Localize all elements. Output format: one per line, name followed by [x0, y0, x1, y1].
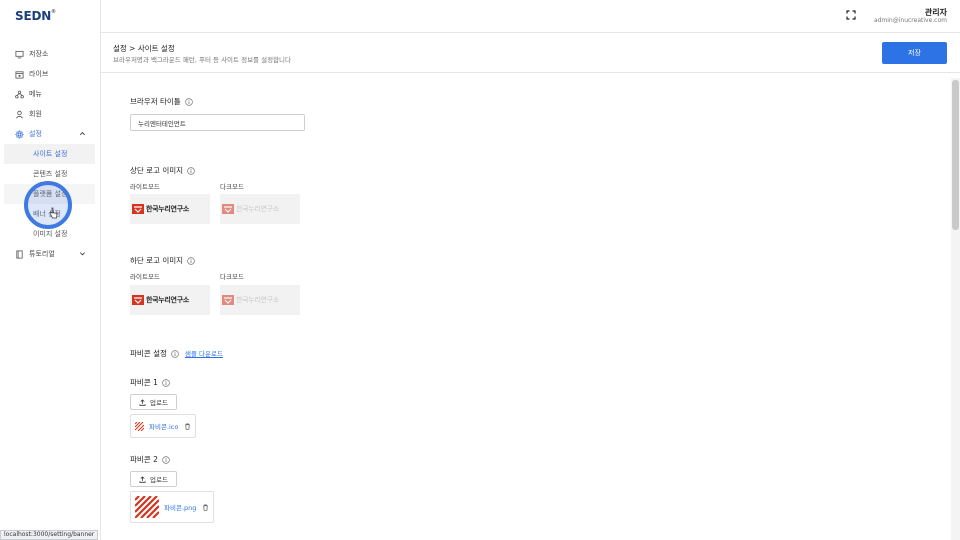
file-name: 파비콘.ico — [149, 423, 179, 431]
status-bar-url: localhost:3000/setting/banner — [0, 530, 99, 540]
browser-title-input[interactable] — [130, 114, 305, 131]
favicon-1-upload-button[interactable]: 업로드 — [130, 394, 177, 410]
breadcrumb: 설정 > 사이트 설정 — [113, 44, 175, 53]
nuri-logo-mark-icon — [132, 295, 144, 305]
sitemap-icon — [15, 90, 24, 99]
upload-label: 업로드 — [150, 476, 168, 484]
favicon-2-upload-button[interactable]: 업로드 — [130, 471, 177, 487]
sidebar-item-members[interactable]: 회원 — [0, 104, 100, 124]
sidebar-item-label: 튜토리얼 — [29, 250, 55, 258]
info-icon[interactable] — [187, 256, 195, 265]
bottom-logo-dark-image[interactable]: 한국누리연구소 — [220, 285, 300, 315]
user-icon — [15, 110, 24, 119]
app-logo[interactable]: SEDN® — [15, 9, 56, 23]
logo-text: 한국누리연구소 — [146, 205, 189, 213]
upload-label: 업로드 — [150, 399, 168, 407]
browser-title-label: 브라우저 타이틀 — [130, 97, 181, 106]
upload-icon — [139, 398, 146, 406]
click-highlight-ring — [24, 181, 72, 229]
sidebar-item-label: 설정 — [29, 130, 42, 138]
sidebar-subitem-label: 콘텐츠 설정 — [33, 170, 68, 178]
sidebar-item-storage[interactable]: 저장소 — [0, 44, 100, 64]
page-description: 브라우저명과 백그라운드 패턴, 푸터 등 사이트 정보를 설정합니다 — [113, 56, 291, 64]
sidebar-item-label: 메뉴 — [29, 90, 42, 98]
scrollbar-thumb[interactable] — [952, 80, 959, 230]
browser-title-section: 브라우저 타이틀 — [130, 96, 193, 107]
nuri-logo-mark-icon — [222, 295, 234, 305]
sidebar-item-settings[interactable]: 설정 — [0, 124, 100, 144]
favicon-section: 파비콘 설정 — [130, 348, 179, 359]
file-name: 파비콘.png — [164, 504, 197, 512]
logo-text: 한국누리연구소 — [146, 296, 189, 304]
light-mode-label: 라이트모드 — [130, 273, 160, 281]
light-mode-label: 라이트모드 — [130, 183, 160, 191]
chevron-down-icon — [80, 252, 85, 256]
fullscreen-icon[interactable] — [846, 10, 856, 20]
book-icon — [15, 249, 24, 259]
top-bar: 관리자 admin@inucreative.com — [101, 0, 960, 33]
bottom-logo-label: 하단 로고 이미지 — [130, 256, 184, 265]
sidebar-item-tutorial[interactable]: 튜토리얼 — [0, 244, 100, 264]
trash-icon[interactable] — [184, 423, 191, 430]
sidebar-item-label: 회원 — [29, 110, 42, 118]
chevron-up-icon — [80, 132, 85, 136]
bottom-logo-section: 하단 로고 이미지 — [130, 255, 195, 266]
user-email: admin@inucreative.com — [873, 17, 947, 24]
top-logo-light-image[interactable]: 한국누리연구소 — [130, 194, 210, 224]
sample-download-link[interactable]: 샘플 다운로드 — [185, 348, 223, 358]
top-logo-label: 상단 로고 이미지 — [130, 166, 184, 175]
favicon-label: 파비콘 설정 — [130, 349, 167, 358]
logo-text: 한국누리연구소 — [236, 205, 279, 213]
favicon-2-label: 파비콘 2 — [130, 455, 158, 464]
favicon-2-section: 파비콘 2 — [130, 454, 170, 465]
nuri-logo-mark-icon — [222, 204, 234, 214]
sidebar-item-label: 저장소 — [29, 50, 49, 58]
favicon-thumbnail-icon — [135, 496, 159, 518]
info-icon[interactable] — [184, 97, 193, 106]
trash-icon[interactable] — [202, 504, 209, 511]
gear-icon — [15, 129, 24, 139]
sidebar-subitem-label: 사이트 설정 — [33, 150, 68, 158]
logo-trademark: ® — [51, 9, 56, 15]
logo-text: SEDN — [15, 9, 52, 23]
top-logo-dark-image[interactable]: 한국누리연구소 — [220, 194, 300, 224]
sidebar-item-menu[interactable]: 메뉴 — [0, 84, 100, 104]
page-header: 설정 > 사이트 설정 브라우저명과 백그라운드 패턴, 푸터 등 사이트 정보… — [101, 33, 960, 73]
favicon-2-file[interactable]: 파비콘.png — [130, 491, 215, 523]
upload-icon — [139, 475, 146, 483]
monitor-icon — [15, 50, 24, 59]
top-logo-section: 상단 로고 이미지 — [130, 165, 195, 176]
info-icon[interactable] — [162, 378, 170, 387]
logo-text: 한국누리연구소 — [236, 296, 279, 304]
sidebar-subitem-label: 이미지 설정 — [33, 230, 68, 238]
dark-mode-label: 다크모드 — [220, 273, 244, 281]
favicon-1-file[interactable]: 파비콘.ico — [130, 414, 197, 438]
sidebar-item-live[interactable]: 라이브 — [0, 64, 100, 84]
save-button[interactable]: 저장 — [882, 42, 947, 64]
info-icon[interactable] — [187, 166, 195, 175]
favicon-1-section: 파비콘 1 — [130, 377, 170, 388]
sidebar-subitem-site-settings[interactable]: 사이트 설정 — [4, 144, 95, 164]
calendar-icon — [15, 70, 24, 79]
bottom-logo-light-image[interactable]: 한국누리연구소 — [130, 285, 210, 315]
favicon-1-label: 파비콘 1 — [130, 378, 158, 387]
info-icon[interactable] — [162, 455, 170, 464]
sidebar-item-label: 라이브 — [29, 70, 49, 78]
sidebar-nav: 저장소 라이브 메뉴 회원 설정 사이트 설정 콘텐츠 설정 플랫폼 설정 배너… — [0, 44, 100, 264]
sidebar: SEDN® 저장소 라이브 메뉴 회원 설정 사이트 설정 콘텐츠 설정 플랫폼… — [0, 0, 101, 540]
nuri-logo-mark-icon — [132, 204, 144, 214]
hand-cursor-icon — [49, 207, 58, 219]
favicon-thumbnail-icon — [135, 421, 144, 431]
dark-mode-label: 다크모드 — [220, 183, 244, 191]
info-icon[interactable] — [171, 349, 179, 358]
